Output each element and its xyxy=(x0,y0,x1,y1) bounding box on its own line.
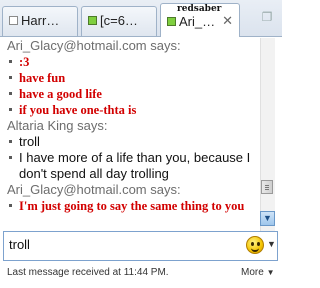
scrollbar-thumb[interactable] xyxy=(261,180,273,194)
bullet-icon xyxy=(9,108,12,111)
message-sender: Ari_Glacy@hotmail.com says: xyxy=(4,182,259,198)
online-status-icon xyxy=(167,17,176,26)
popout-window-icon[interactable]: ❐ xyxy=(259,9,275,25)
message-text: Ari_Glacy@hotmail.com says: xyxy=(7,182,181,197)
message-sender: Ari_Glacy@hotmail.com says: xyxy=(4,38,259,54)
online-status-icon xyxy=(88,16,97,25)
tab-conversation-c6[interactable]: [c=6… xyxy=(81,6,157,36)
close-tab-icon[interactable]: ✕ xyxy=(222,13,233,29)
scrollbar-track[interactable] xyxy=(260,38,275,231)
more-button[interactable]: More ▼ xyxy=(241,267,275,278)
bullet-icon xyxy=(9,140,12,143)
bullet-icon xyxy=(9,204,12,207)
emoticon-dropdown-icon[interactable]: ▼ xyxy=(267,239,276,249)
tab-conversation-ari-active[interactable]: redsaber Ari_… ✕ xyxy=(160,3,240,37)
bullet-icon xyxy=(9,92,12,95)
bullet-icon xyxy=(9,60,12,63)
message-line: :3 xyxy=(4,54,259,70)
tab-label: Harr… xyxy=(21,13,60,28)
tab-label: Ari_… xyxy=(179,14,216,29)
bullet-icon xyxy=(9,76,12,79)
chevron-down-icon: ▼ xyxy=(266,268,275,277)
message-text: I have more of a life than you, because … xyxy=(19,150,251,181)
active-tab-user-tag: redsaber xyxy=(177,4,222,14)
tab-label: [c=6… xyxy=(100,13,138,28)
message-line: have a good life xyxy=(4,86,259,102)
tab-conversation-harr[interactable]: Harr… xyxy=(2,6,78,36)
message-text: Ari_Glacy@hotmail.com says: xyxy=(7,38,181,53)
last-message-status: Last message received at 11:44 PM. xyxy=(7,267,169,278)
message-sender: Altaria King says: xyxy=(4,118,259,134)
message-text: :3 xyxy=(19,55,30,69)
message-history: Ari_Glacy@hotmail.com says::3 have fun hav… xyxy=(4,38,259,231)
message-input[interactable]: troll xyxy=(9,237,30,252)
more-label: More xyxy=(241,267,264,278)
message-line: I have more of a life than you, because … xyxy=(4,150,259,182)
scroll-down-button[interactable]: ▼ xyxy=(260,211,275,226)
message-line: if you have one-thta is xyxy=(4,102,259,118)
message-text: troll xyxy=(19,134,40,149)
bullet-icon xyxy=(9,156,12,159)
message-line: troll xyxy=(4,134,259,150)
offline-status-icon xyxy=(9,16,18,25)
message-text: if you have one-thta is xyxy=(19,103,137,117)
emoticon-icon[interactable] xyxy=(246,236,264,254)
message-line: have fun xyxy=(4,70,259,86)
message-text: have a good life xyxy=(19,87,102,101)
message-input-box[interactable]: troll ▼ xyxy=(3,231,278,261)
message-line: I'm just going to say the same thing to … xyxy=(4,198,259,214)
message-text: I'm just going to say the same thing to … xyxy=(19,199,245,213)
message-text: have fun xyxy=(19,71,66,85)
message-text: Altaria King says: xyxy=(7,118,108,133)
